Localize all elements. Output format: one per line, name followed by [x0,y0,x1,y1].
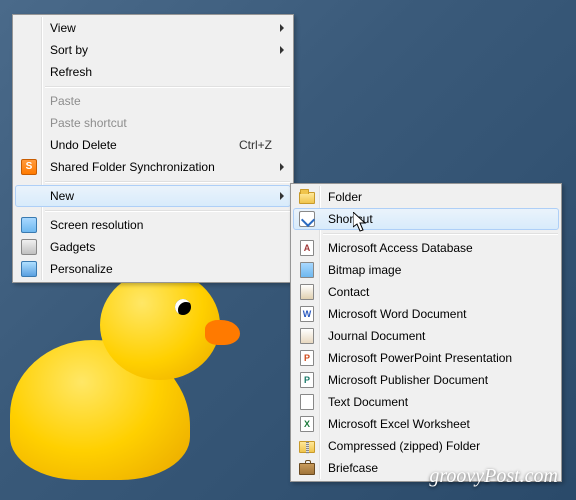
excel-icon: X [300,416,314,432]
menu-item-paste: Paste [15,90,291,112]
submenu-item-publisher[interactable]: P Microsoft Publisher Document [293,369,559,391]
menu-label: Microsoft Excel Worksheet [322,417,554,431]
menu-accelerator: Ctrl+Z [239,138,286,152]
menu-label: Compressed (zipped) Folder [322,439,554,453]
menu-separator [45,210,290,211]
menu-separator [323,233,558,234]
menu-item-view[interactable]: View [15,17,291,39]
menu-item-paste-shortcut: Paste shortcut [15,112,291,134]
menu-label: Bitmap image [322,263,554,277]
menu-label: Contact [322,285,554,299]
menu-label: Microsoft Access Database [322,241,554,255]
bitmap-icon [300,262,314,278]
submenu-item-shortcut[interactable]: Shortcut [293,208,559,230]
s-icon: S [21,159,37,175]
submenu-item-powerpoint[interactable]: P Microsoft PowerPoint Presentation [293,347,559,369]
text-icon [300,394,314,410]
new-submenu: Folder Shortcut A Microsoft Access Datab… [290,183,562,482]
menu-separator [45,86,290,87]
menu-label: Sort by [44,43,286,57]
submenu-item-folder[interactable]: Folder [293,186,559,208]
submenu-item-text[interactable]: Text Document [293,391,559,413]
word-icon: W [300,306,314,322]
submenu-item-contact[interactable]: Contact [293,281,559,303]
menu-item-new[interactable]: New [15,185,291,207]
menu-separator [45,181,290,182]
menu-label: Gadgets [44,240,286,254]
pub-icon: P [300,372,314,388]
access-icon: A [300,240,314,256]
menu-label: Folder [322,190,554,204]
menu-item-screen-resolution[interactable]: Screen resolution [15,214,291,236]
journal-icon [300,328,314,344]
menu-item-shared-folder-sync[interactable]: S Shared Folder Synchronization [15,156,291,178]
menu-item-undo-delete[interactable]: Undo Delete Ctrl+Z [15,134,291,156]
gadget-icon [21,239,37,255]
submenu-item-excel[interactable]: X Microsoft Excel Worksheet [293,413,559,435]
menu-item-personalize[interactable]: Personalize [15,258,291,280]
menu-label: Microsoft PowerPoint Presentation [322,351,554,365]
contact-icon [300,284,314,300]
zip-icon [299,441,315,453]
menu-label: View [44,21,286,35]
ppt-icon: P [300,350,314,366]
menu-label: Shared Folder Synchronization [44,160,286,174]
submenu-item-journal[interactable]: Journal Document [293,325,559,347]
menu-item-refresh[interactable]: Refresh [15,61,291,83]
menu-label: New [44,189,286,203]
menu-label: Personalize [44,262,286,276]
desktop-context-menu: View Sort by Refresh Paste Paste shortcu… [12,14,294,283]
chevron-right-icon [280,163,284,171]
rubber-duck-image [10,280,230,480]
menu-label: Paste [44,94,286,108]
screen-icon [21,217,37,233]
menu-label: Screen resolution [44,218,286,232]
menu-label: Journal Document [322,329,554,343]
chevron-right-icon [280,192,284,200]
submenu-item-access[interactable]: A Microsoft Access Database [293,237,559,259]
submenu-item-word[interactable]: W Microsoft Word Document [293,303,559,325]
menu-label: Paste shortcut [44,116,286,130]
submenu-item-bitmap[interactable]: Bitmap image [293,259,559,281]
chevron-right-icon [280,46,284,54]
menu-label: Microsoft Word Document [322,307,554,321]
menu-label: Refresh [44,65,286,79]
folder-icon [299,192,315,204]
shortcut-icon [299,211,315,227]
menu-item-gadgets[interactable]: Gadgets [15,236,291,258]
submenu-item-zip[interactable]: Compressed (zipped) Folder [293,435,559,457]
watermark-text: groovyPost.com [429,465,558,488]
briefcase-icon [299,463,315,475]
menu-label: Text Document [322,395,554,409]
chevron-right-icon [280,24,284,32]
menu-label: Microsoft Publisher Document [322,373,554,387]
menu-label: Shortcut [322,212,554,226]
menu-label: Undo Delete [44,138,239,152]
personalize-icon [21,261,37,277]
menu-item-sort-by[interactable]: Sort by [15,39,291,61]
